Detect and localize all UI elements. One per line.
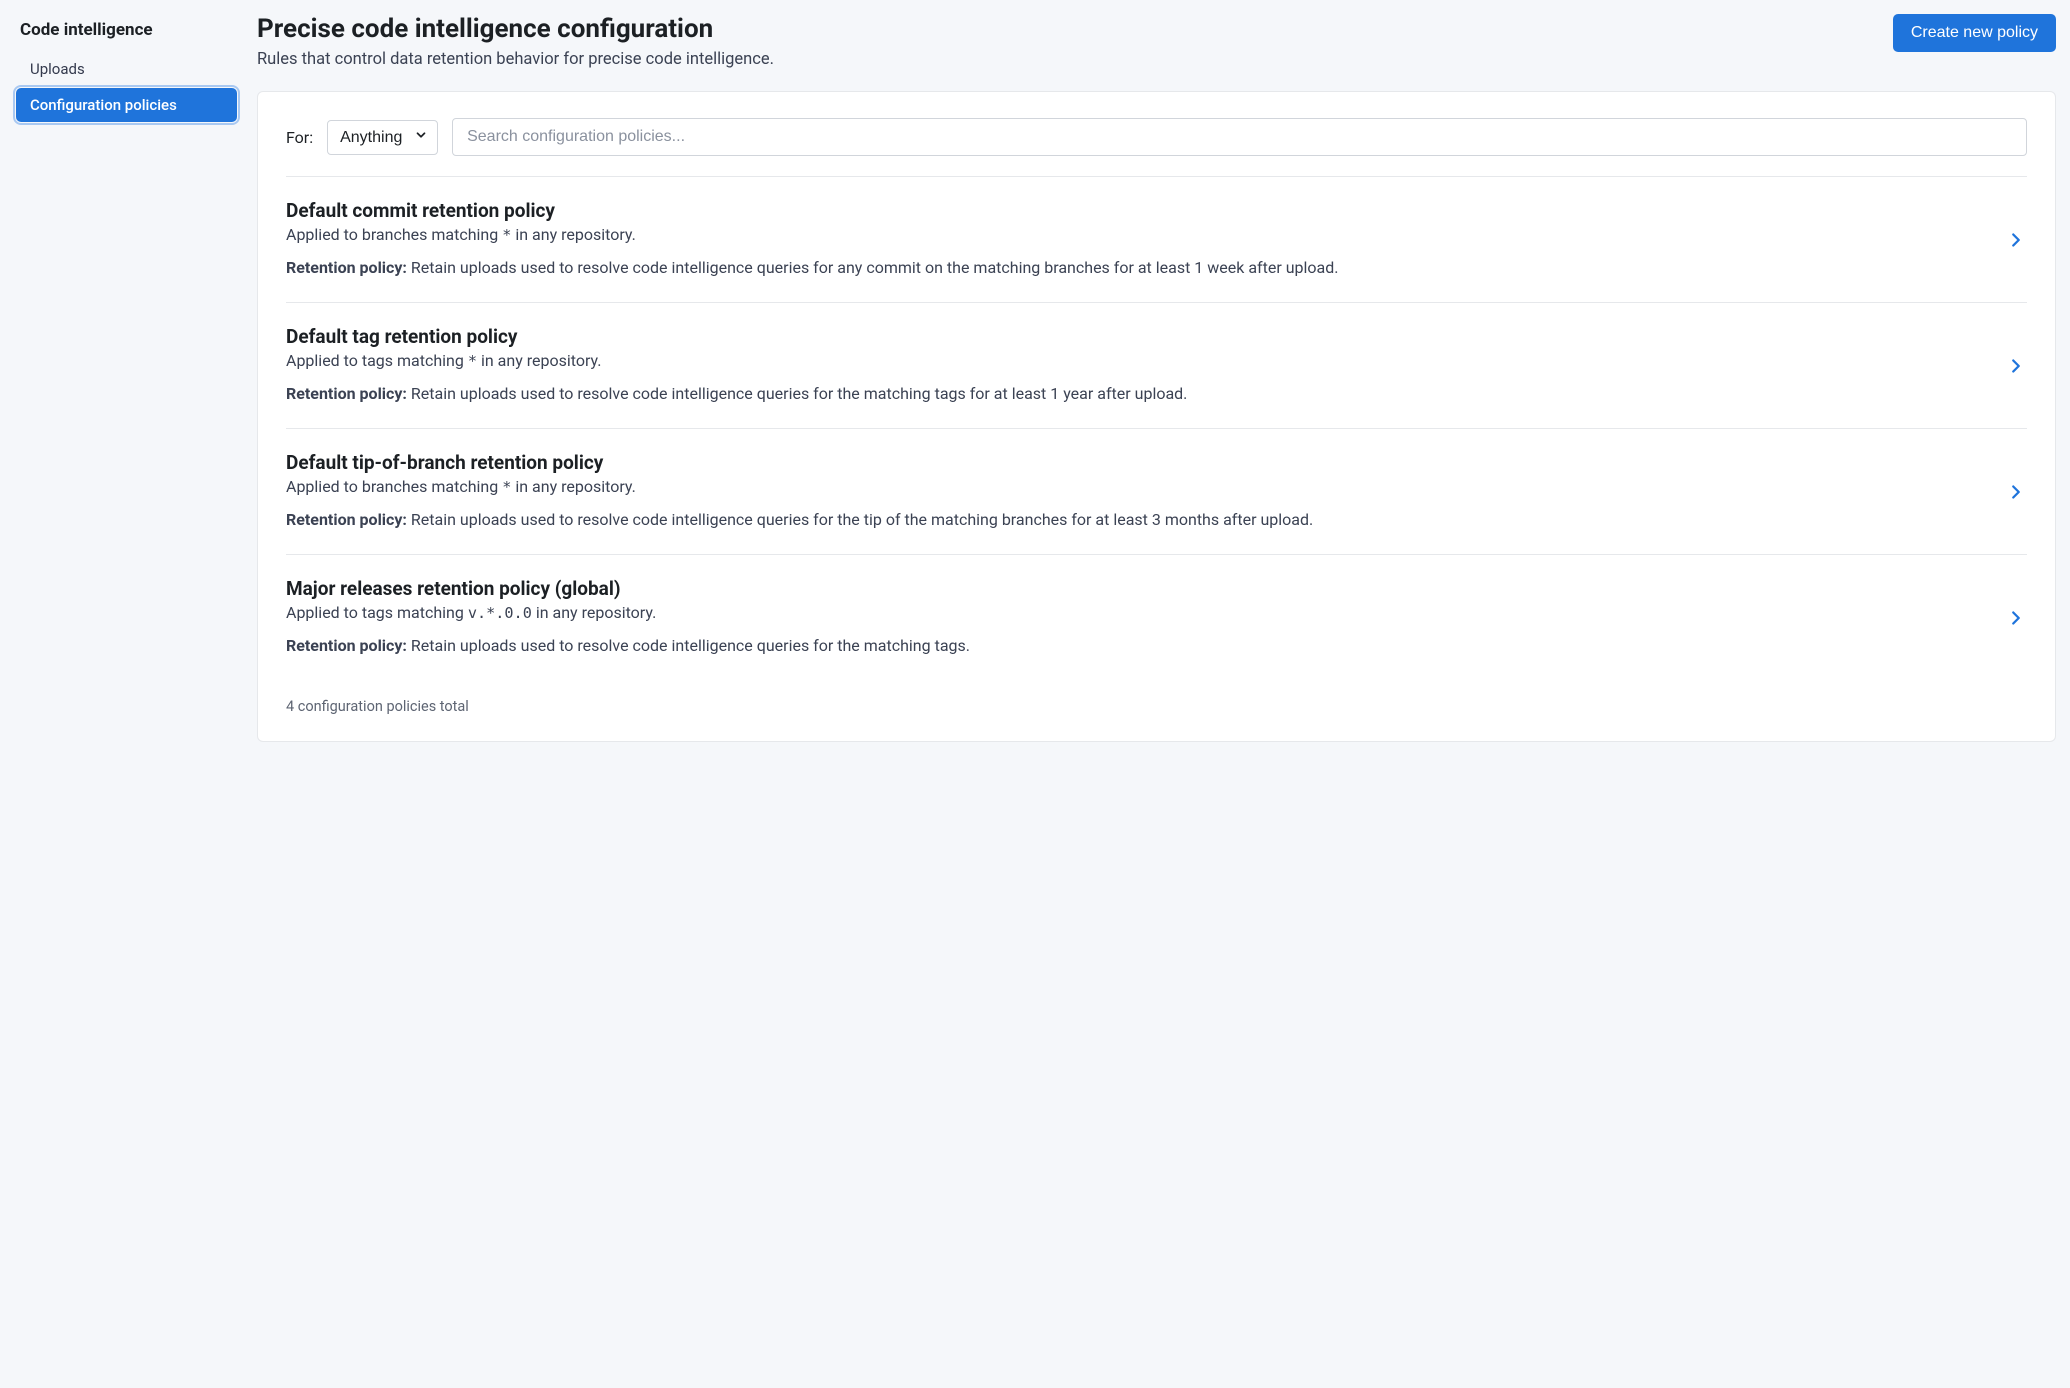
sidebar-item-label: Uploads (30, 60, 85, 78)
policy-applied: Applied to tags matching v.*.0.0 in any … (286, 603, 1987, 622)
retention-label: Retention policy: (286, 258, 407, 277)
chevron-right-icon (2005, 607, 2027, 629)
policy-row[interactable]: Default tip-of-branch retention policy A… (286, 429, 2027, 555)
policy-pattern: v.*.0.0 (468, 604, 532, 622)
policy-row[interactable]: Default tag retention policy Applied to … (286, 303, 2027, 429)
policy-title: Default commit retention policy (286, 199, 1987, 222)
sidebar-item-label: Configuration policies (30, 96, 177, 114)
retention-text: Retain uploads used to resolve code inte… (407, 636, 970, 655)
policy-row[interactable]: Default commit retention policy Applied … (286, 177, 2027, 303)
retention-text: Retain uploads used to resolve code inte… (407, 258, 1339, 277)
policy-title: Default tag retention policy (286, 325, 1987, 348)
retention-label: Retention policy: (286, 384, 407, 403)
main-content: Precise code intelligence configuration … (257, 14, 2056, 742)
policies-card: For: Anything Default commit retention p… (257, 91, 2056, 742)
policy-applied: Applied to branches matching * in any re… (286, 225, 1987, 244)
policy-title: Major releases retention policy (global) (286, 577, 1987, 600)
sidebar-title: Code intelligence (14, 14, 239, 50)
filter-for-select[interactable]: Anything (327, 120, 438, 155)
filter-for-select-wrap: Anything (327, 120, 438, 155)
retention-text: Retain uploads used to resolve code inte… (407, 384, 1187, 403)
policy-row[interactable]: Major releases retention policy (global)… (286, 555, 2027, 680)
policy-retention: Retention policy: Retain uploads used to… (286, 382, 1987, 406)
sidebar-item-uploads[interactable]: Uploads (16, 52, 237, 86)
policy-pattern: * (502, 478, 511, 496)
chevron-right-icon (2005, 481, 2027, 503)
sidebar-item-configuration-policies[interactable]: Configuration policies (16, 88, 237, 122)
policy-applied: Applied to tags matching * in any reposi… (286, 351, 1987, 370)
policy-pattern: * (468, 352, 477, 370)
sidebar: Code intelligence Uploads Configuration … (14, 14, 239, 742)
policy-retention: Retention policy: Retain uploads used to… (286, 256, 1987, 280)
policies-total-count: 4 configuration policies total (286, 698, 2027, 715)
chevron-right-icon (2005, 355, 2027, 377)
page-header: Precise code intelligence configuration … (257, 14, 2056, 69)
policy-pattern: * (502, 226, 511, 244)
filter-for-label: For: (286, 128, 313, 147)
policy-retention: Retention policy: Retain uploads used to… (286, 634, 1987, 658)
retention-text: Retain uploads used to resolve code inte… (407, 510, 1313, 529)
filter-row: For: Anything (286, 118, 2027, 156)
create-new-policy-button[interactable]: Create new policy (1893, 14, 2056, 52)
retention-label: Retention policy: (286, 636, 407, 655)
page-subtitle: Rules that control data retention behavi… (257, 50, 774, 69)
search-input[interactable] (452, 118, 2027, 156)
policy-title: Default tip-of-branch retention policy (286, 451, 1987, 474)
policy-retention: Retention policy: Retain uploads used to… (286, 508, 1987, 532)
chevron-right-icon (2005, 229, 2027, 251)
policy-list: Default commit retention policy Applied … (286, 176, 2027, 680)
retention-label: Retention policy: (286, 510, 407, 529)
policy-applied: Applied to branches matching * in any re… (286, 477, 1987, 496)
page-title: Precise code intelligence configuration (257, 14, 774, 44)
